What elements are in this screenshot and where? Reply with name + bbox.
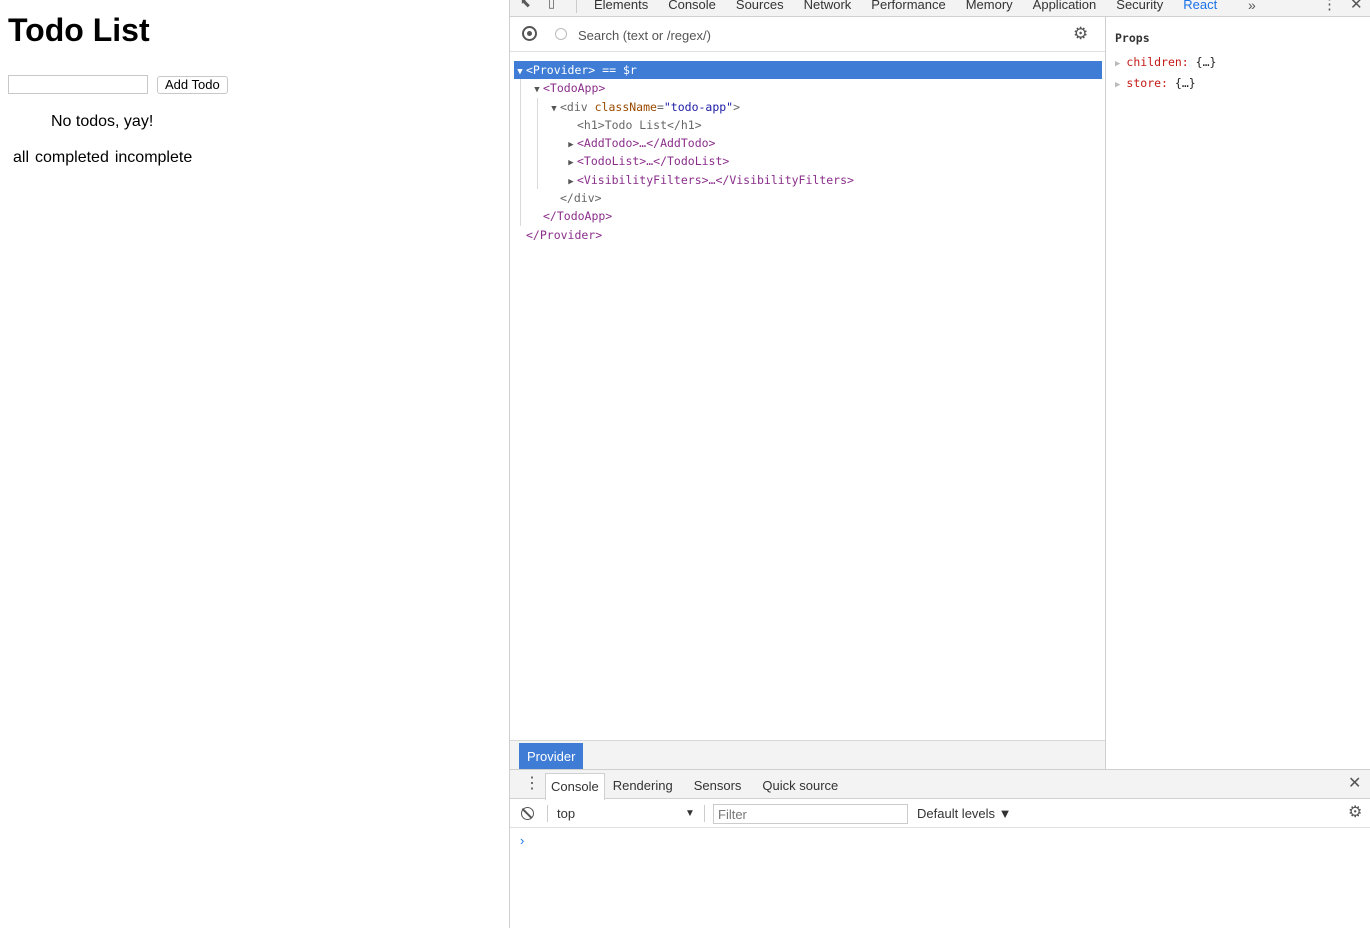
tree-node-tag: </Provider> — [526, 227, 603, 242]
tree-node[interactable]: </Provider> — [514, 226, 1102, 244]
prop-row[interactable]: ▶ children: {…} — [1115, 55, 1216, 69]
tree-node[interactable]: <h1>Todo List</h1> — [514, 116, 1102, 134]
tab-performance[interactable]: Performance — [861, 0, 955, 16]
chevron-down-icon[interactable]: ▼ — [685, 805, 695, 822]
page-title: Todo List — [8, 12, 150, 48]
prop-key: store: — [1126, 76, 1168, 90]
devtools-tabs: Elements Console Sources Network Perform… — [584, 0, 1227, 16]
drawer-tab-quick-source[interactable]: Quick source — [754, 773, 846, 800]
empty-message: No todos, yay! — [51, 113, 154, 130]
drawer-menu-icon[interactable]: ⋮ — [524, 773, 540, 795]
inspect-element-icon[interactable]: ⬉ — [520, 0, 531, 11]
tree-node[interactable]: ▶ <AddTodo>…</AddTodo> — [514, 134, 1102, 152]
tree-node-tag: <h1>Todo List</h1> — [577, 117, 702, 132]
app-page: Todo List Add Todo No todos, yay! all co… — [0, 0, 509, 928]
tree-node[interactable]: ▶ <VisibilityFilters>…</VisibilityFilters… — [514, 171, 1102, 189]
tree-node-tag: <div — [560, 99, 595, 114]
tab-elements[interactable]: Elements — [584, 0, 658, 16]
tree-node[interactable]: ▶ <TodoList>…</TodoList> — [514, 152, 1102, 170]
clear-console-icon[interactable] — [521, 807, 534, 820]
todo-input[interactable] — [8, 75, 148, 94]
indent-guide — [537, 97, 538, 190]
visibility-filters: all completed incomplete — [13, 149, 192, 167]
console-filter-input[interactable] — [713, 804, 908, 824]
drawer-tab-sensors[interactable]: Sensors — [681, 773, 755, 800]
tab-memory[interactable]: Memory — [956, 0, 1023, 16]
tree-node[interactable]: </TodoApp> — [514, 207, 1102, 225]
tree-node-tag: <TodoApp> — [543, 81, 606, 96]
breadcrumb-item-provider[interactable]: Provider — [519, 743, 584, 770]
tab-application[interactable]: Application — [1023, 0, 1107, 16]
tree-node[interactable]: ▼ <Provider> == $r — [514, 61, 1102, 80]
console-toolbar: top ▼ Default levels ▼ ⚙ — [510, 799, 1370, 828]
tree-node-attr-name: className — [594, 99, 657, 114]
tree-node-ref: == $r — [595, 63, 637, 77]
tab-security[interactable]: Security — [1106, 0, 1173, 16]
gear-icon[interactable]: ⚙ — [1073, 24, 1088, 44]
close-drawer-icon[interactable]: ✕ — [1348, 773, 1361, 795]
prop-key: children: — [1126, 55, 1189, 69]
log-levels-dropdown[interactable]: Default levels ▼ — [917, 805, 1012, 822]
more-tabs-icon[interactable]: » — [1248, 0, 1256, 16]
devtools-tab-bar: ⬉ ▯ Elements Console Sources Network Per… — [510, 0, 1370, 17]
console-drawer: ⋮ Console Rendering Sensors Quick source… — [510, 769, 1370, 928]
indent-guide — [520, 79, 521, 226]
customize-menu-icon[interactable]: ⋮ — [1322, 0, 1337, 16]
filter-incomplete[interactable]: incomplete — [115, 149, 192, 167]
gear-icon[interactable]: ⚙ — [1348, 803, 1362, 823]
tree-node-tag: > — [733, 99, 741, 114]
drawer-tab-bar: ⋮ Console Rendering Sensors Quick source… — [510, 770, 1370, 800]
drawer-tab-rendering[interactable]: Rendering — [605, 773, 681, 800]
tab-sources[interactable]: Sources — [726, 0, 794, 16]
props-pane: Props ▶ children: {…} ▶ store: {…} — [1106, 17, 1370, 769]
toolbar-divider — [704, 805, 705, 822]
search-icon — [555, 28, 567, 40]
drawer-tab-console[interactable]: Console — [545, 773, 605, 800]
devtools-panel: ⬉ ▯ Elements Console Sources Network Per… — [509, 0, 1370, 928]
tree-node-tag: <AddTodo>…</AddTodo> — [577, 136, 716, 151]
add-todo-button[interactable]: Add Todo — [157, 76, 228, 94]
toolbar-divider — [547, 805, 548, 822]
expand-arrow-icon[interactable]: ▶ — [1115, 59, 1120, 69]
tree-node-tag: <Provider> — [526, 63, 596, 77]
tree-node-tag: <TodoList>…</TodoList> — [577, 154, 730, 169]
locate-component-icon[interactable] — [522, 26, 537, 41]
drawer-tabs: Console Rendering Sensors Quick source — [545, 773, 846, 800]
component-tree: ▼ <Provider> == $r ▼ <TodoApp> ▼ <div classNa… — [514, 61, 1102, 244]
prop-row[interactable]: ▶ store: {…} — [1115, 76, 1196, 90]
filter-all[interactable]: all — [13, 149, 29, 167]
tab-react[interactable]: React — [1173, 0, 1227, 16]
tab-divider — [576, 0, 577, 13]
prop-value: {…} — [1174, 76, 1196, 90]
device-toolbar-icon[interactable]: ▯ — [548, 0, 555, 11]
filter-completed[interactable]: completed — [35, 149, 109, 167]
prop-value: {…} — [1195, 55, 1217, 69]
expand-arrow-icon[interactable]: ▶ — [1115, 80, 1120, 90]
react-component-tree-pane: ⚙ ▼<Provider> == $r▼<TodoApp>▼<div class… — [510, 17, 1106, 770]
tree-node-equals: = — [656, 99, 664, 114]
tree-node[interactable]: ▼ <TodoApp> — [514, 79, 1102, 97]
props-title: Props — [1115, 31, 1150, 45]
console-prompt-icon[interactable]: › — [520, 833, 524, 848]
breadcrumb: Provider — [510, 740, 1105, 770]
tree-node[interactable]: </div> — [514, 189, 1102, 207]
tree-node-attr-value: "todo-app" — [663, 99, 734, 114]
tree-node-tag: </div> — [560, 191, 602, 206]
close-devtools-icon[interactable]: ✕ — [1350, 0, 1363, 16]
context-select[interactable]: top — [557, 805, 575, 822]
tree-node-tag: </TodoApp> — [543, 209, 613, 224]
component-search-input[interactable] — [578, 25, 1048, 45]
tab-network[interactable]: Network — [794, 0, 862, 16]
tree-node-tag: <VisibilityFilters>…</VisibilityFilters> — [577, 172, 854, 187]
component-search-bar: ⚙ — [510, 17, 1105, 52]
tab-console[interactable]: Console — [658, 0, 726, 16]
tree-node[interactable]: ▼ <div className="todo-app"> — [514, 98, 1102, 116]
